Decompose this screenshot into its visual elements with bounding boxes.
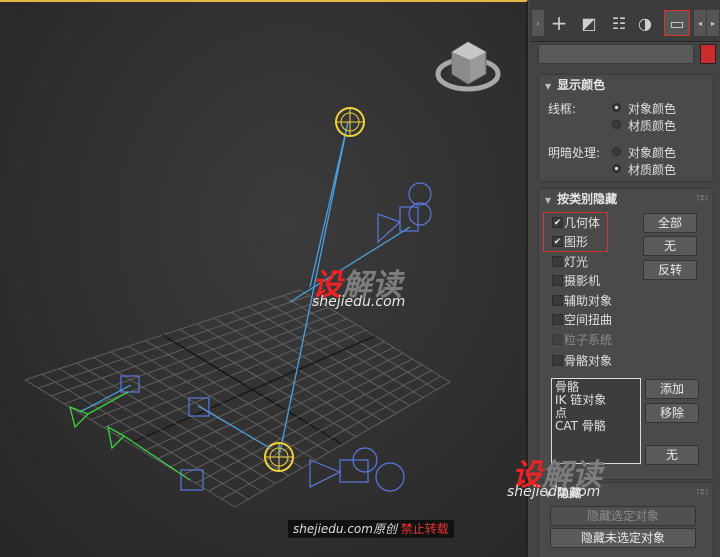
bone-objects-checkbox[interactable] bbox=[552, 355, 563, 366]
tabs-scroll-right-arrow-icon[interactable]: ▸ bbox=[707, 10, 719, 36]
list-item[interactable]: IK 链对象 bbox=[555, 394, 637, 407]
helpers-checkbox[interactable] bbox=[552, 295, 563, 306]
watermark-url: shejiedu.com bbox=[312, 294, 406, 310]
helpers-label: 辅助对象 bbox=[564, 294, 613, 308]
cameras-checkbox[interactable] bbox=[552, 275, 563, 286]
home-grid bbox=[24, 289, 451, 508]
display-tab-icon[interactable]: ▭ bbox=[664, 10, 690, 36]
hide-unselected-button[interactable]: 隐藏未选定对象 bbox=[550, 528, 696, 548]
wireframe-object-color-radio[interactable] bbox=[612, 103, 621, 112]
camera[interactable] bbox=[377, 182, 432, 244]
shaded-material-color-radio[interactable] bbox=[612, 164, 621, 173]
lights-checkbox[interactable] bbox=[552, 256, 563, 267]
object-name-field[interactable] bbox=[538, 44, 694, 64]
rollout-grip-icon[interactable]: ∷∷ bbox=[696, 483, 707, 503]
list-none-button[interactable]: 无 bbox=[645, 445, 699, 465]
list-item[interactable]: CAT 骨骼 bbox=[555, 420, 637, 433]
shaded-object-color-radio[interactable] bbox=[612, 147, 621, 156]
camera[interactable] bbox=[309, 447, 405, 492]
shapes-checkbox[interactable]: ✔ bbox=[552, 236, 563, 247]
display-color-header[interactable]: ▼ 显示颜色 bbox=[539, 75, 713, 95]
omni-light[interactable] bbox=[335, 107, 365, 137]
rollout-grip-icon[interactable]: ∷∷ bbox=[696, 189, 707, 209]
lights-label: 灯光 bbox=[564, 255, 589, 269]
object-color-swatch[interactable] bbox=[700, 44, 716, 64]
collapse-triangle-icon: ▼ bbox=[545, 196, 552, 205]
all-button[interactable]: 全部 bbox=[643, 213, 697, 233]
tabs-scroll-left-icon[interactable]: › bbox=[532, 10, 544, 36]
wireframe-material-color-radio[interactable] bbox=[612, 120, 621, 129]
cameras-label: 摄影机 bbox=[564, 274, 601, 288]
create-tab-icon[interactable]: + bbox=[546, 10, 572, 36]
remove-button[interactable]: 移除 bbox=[645, 403, 699, 423]
perspective-viewport[interactable]: 设解读 shejiedu.com shejiedu.com原创 禁止转载 bbox=[0, 0, 528, 557]
geometry-label: 几何体 bbox=[564, 216, 601, 230]
viewport-scene bbox=[24, 41, 501, 508]
modify-tab-icon[interactable]: ◩ bbox=[576, 10, 602, 36]
shapes-label: 图形 bbox=[564, 235, 589, 249]
wireframe-material-color-label: 材质颜色 bbox=[628, 119, 677, 133]
watermark-url: shejiedu.com bbox=[507, 484, 601, 500]
hide-by-category-header[interactable]: ▼ 按类别隐藏 ∷∷ bbox=[539, 189, 713, 209]
invert-button[interactable]: 反转 bbox=[643, 260, 697, 280]
space-warps-label: 空间扭曲 bbox=[564, 313, 613, 327]
space-warps-checkbox[interactable] bbox=[552, 314, 563, 325]
tabs-scroll-left-arrow-icon[interactable]: ◂ bbox=[694, 10, 706, 36]
motion-tab-icon[interactable]: ◑ bbox=[632, 10, 658, 36]
wireframe-label: 线框: bbox=[548, 102, 577, 116]
display-color-rollout: ▼ 显示颜色 bbox=[538, 74, 714, 182]
grid-line bbox=[208, 370, 432, 492]
hierarchy-tab-icon[interactable]: ☷ bbox=[606, 10, 632, 36]
shaded-object-color-label: 对象颜色 bbox=[628, 146, 677, 160]
particle-systems-checkbox[interactable] bbox=[552, 334, 563, 345]
wireframe-object-color-label: 对象颜色 bbox=[628, 102, 677, 116]
credit-banner: shejiedu.com原创 禁止转载 bbox=[288, 520, 454, 538]
shaded-material-color-label: 材质颜色 bbox=[628, 163, 677, 177]
particle-systems-label: 粒子系统 bbox=[564, 333, 613, 347]
geometry-checkbox[interactable]: ✔ bbox=[552, 217, 563, 228]
command-panel-tabs: › + ◩ ☷ ◑ ▭ ◂ ▸ bbox=[530, 0, 720, 42]
grid-line bbox=[234, 381, 451, 508]
hide-selected-button[interactable]: 隐藏选定对象 bbox=[550, 506, 696, 526]
viewcube[interactable] bbox=[435, 41, 501, 92]
shaded-label: 明暗处理: bbox=[548, 146, 601, 160]
none-button[interactable]: 无 bbox=[643, 236, 697, 256]
bone-objects-label: 骨骼对象 bbox=[564, 354, 613, 368]
collapse-triangle-icon: ▼ bbox=[545, 82, 552, 91]
grid-line bbox=[221, 375, 441, 500]
add-button[interactable]: 添加 bbox=[645, 379, 699, 399]
